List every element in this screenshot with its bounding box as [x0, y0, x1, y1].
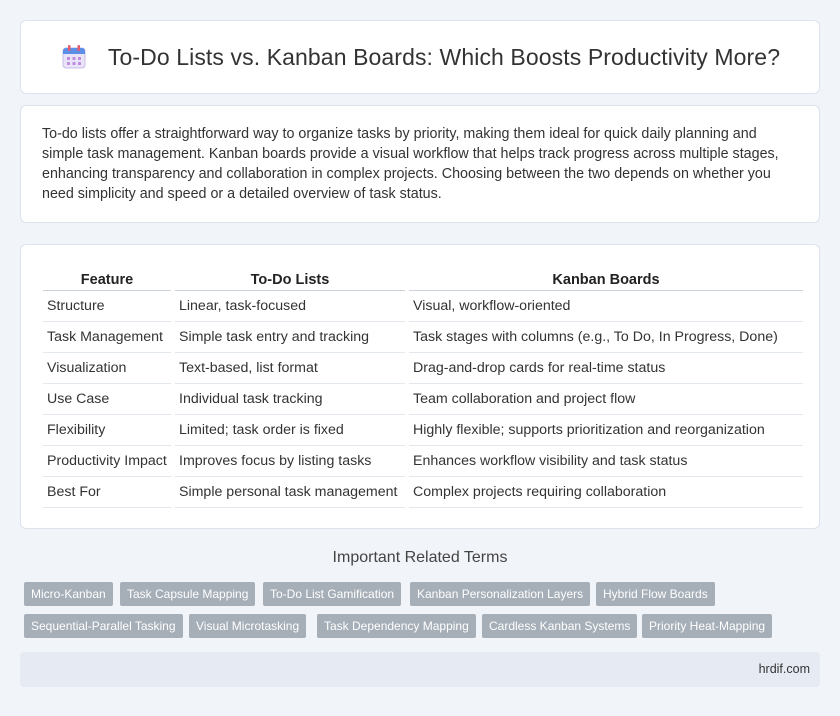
cell-feature: Best For: [43, 477, 171, 508]
cell-kanban-boards: Complex projects requiring collaboration: [409, 477, 803, 508]
cell-todo-lists: Improves focus by listing tasks: [175, 446, 405, 477]
cell-feature: Flexibility: [43, 415, 171, 446]
table-row: Use Case Individual task tracking Team col…: [43, 384, 803, 415]
cell-kanban-boards: Visual, workflow-oriented: [409, 291, 803, 322]
page-title: To-Do Lists vs. Kanban Boards: Which Boo…: [107, 43, 781, 70]
cell-feature: Task Management: [43, 322, 171, 353]
header-card: To-Do Lists vs. Kanban Boards: Which Boo…: [20, 20, 820, 94]
cell-kanban-boards: Enhances workflow visibility and task st…: [409, 446, 803, 477]
tag[interactable]: Cardless Kanban Systems: [482, 614, 638, 638]
footer: hrdif.com: [20, 652, 820, 687]
table-header-row: Feature To-Do Lists Kanban Boards: [43, 265, 803, 291]
table-row: Task Management Simple task entry and tra…: [43, 322, 803, 353]
cell-feature: Visualization: [43, 353, 171, 384]
cell-todo-lists: Individual task tracking: [175, 384, 405, 415]
calendar-icon: [60, 43, 88, 71]
intro-card: To-do lists offer a straightforward way …: [20, 105, 820, 223]
cell-todo-lists: Text-based, list format: [175, 353, 405, 384]
cell-todo-lists: Simple personal task management: [175, 477, 405, 508]
tag[interactable]: Micro-Kanban: [24, 582, 113, 606]
comparison-card: Feature To-Do Lists Kanban Boards Struct…: [20, 244, 820, 529]
cell-todo-lists: Simple task entry and tracking: [175, 322, 405, 353]
cell-feature: Structure: [43, 291, 171, 322]
header-feature: Feature: [43, 265, 171, 291]
tag[interactable]: Task Dependency Mapping: [317, 614, 476, 638]
tag[interactable]: Hybrid Flow Boards: [596, 582, 715, 606]
table-row: Structure Linear, task-focused Visual, wor…: [43, 291, 803, 322]
cell-feature: Use Case: [43, 384, 171, 415]
table-row: Productivity Impact Improves focus by lis…: [43, 446, 803, 477]
tag[interactable]: Kanban Personalization Layers: [410, 582, 591, 606]
cell-todo-lists: Limited; task order is fixed: [175, 415, 405, 446]
cell-kanban-boards: Team collaboration and project flow: [409, 384, 803, 415]
tag[interactable]: Visual Microtasking: [189, 614, 307, 638]
table-row: Visualization Text-based, list format Drag…: [43, 353, 803, 384]
tag[interactable]: Sequential-Parallel Tasking: [24, 614, 183, 638]
footer-site[interactable]: hrdif.com: [759, 662, 810, 676]
table-row: Best For Simple personal task management C…: [43, 477, 803, 508]
table-row: Flexibility Limited; task order is fixed H…: [43, 415, 803, 446]
tag[interactable]: To-Do List Gamification: [263, 582, 402, 606]
intro-text: To-do lists offer a straightforward way …: [42, 126, 779, 202]
tag[interactable]: Priority Heat-Mapping: [642, 614, 773, 638]
cell-kanban-boards: Task stages with columns (e.g., To Do, I…: [409, 322, 803, 353]
related-terms-title: Important Related Terms: [332, 549, 508, 566]
header-todo-lists: To-Do Lists: [175, 265, 405, 291]
cell-feature: Productivity Impact: [43, 446, 171, 477]
comparison-table: Feature To-Do Lists Kanban Boards Struct…: [39, 265, 807, 508]
cell-todo-lists: Linear, task-focused: [175, 291, 405, 322]
cell-kanban-boards: Highly flexible; supports prioritization…: [409, 415, 803, 446]
header-kanban-boards: Kanban Boards: [409, 265, 803, 291]
tag[interactable]: Task Capsule Mapping: [120, 582, 256, 606]
cell-kanban-boards: Drag-and-drop cards for real-time status: [409, 353, 803, 384]
